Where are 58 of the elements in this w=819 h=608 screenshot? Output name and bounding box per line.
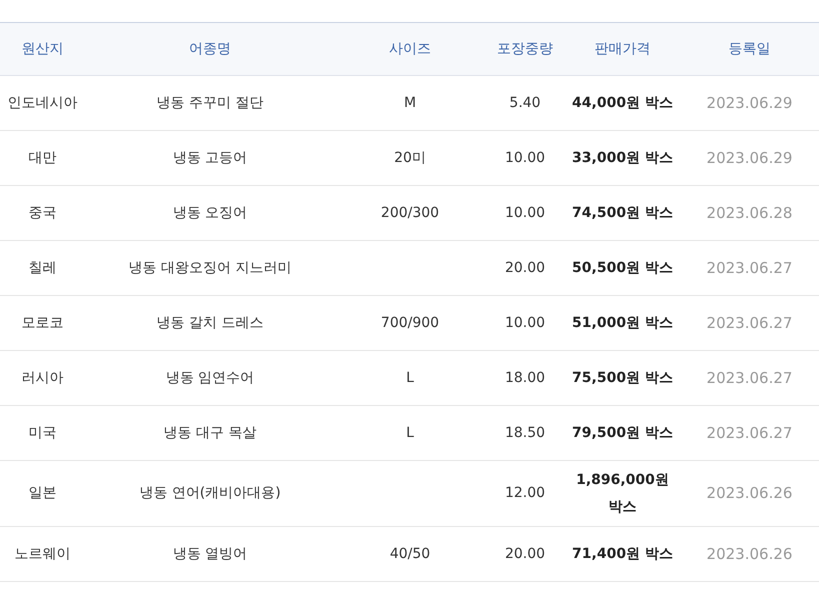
column-header: 원산지 [0, 23, 85, 76]
table-cell-text: 79,500원 박스 [572, 424, 673, 443]
table-cell-text: 칠레 [28, 258, 56, 278]
column-header: 사이즈 [335, 23, 485, 76]
table-cell-text: 74,500원 박스 [572, 204, 673, 223]
table-cell-text: 2023.06.29 [706, 92, 792, 114]
column-header: 등록일 [680, 23, 819, 76]
table-cell-text: 대만 [28, 148, 56, 168]
table-cell-text: 냉동 갈치 드레스 [156, 314, 264, 333]
table-cell-text: L [406, 424, 414, 443]
table-cell-text: 5.40 [509, 94, 541, 113]
table-cell-text: 미국 [28, 424, 56, 443]
table-cell-text: 냉동 열빙어 [172, 544, 248, 564]
table-cell-text: L [406, 368, 414, 388]
table-cell-text: 75,500원 박스 [572, 368, 673, 388]
table-cell-text: 2023.06.27 [706, 312, 792, 334]
table-cell-text: 2023.06.26 [706, 544, 792, 565]
table-cell-text: 2023.06.26 [706, 483, 792, 504]
column-header: 판매가격 [565, 23, 680, 76]
column-header: 어종명 [85, 23, 335, 76]
table-cell-text: 냉동 대왕오징어 지느러미 [128, 258, 292, 278]
table-cell-text: 44,000원 박스 [572, 94, 673, 113]
table-cell-text: 일본 [28, 484, 56, 504]
table-cell-text: 2023.06.29 [706, 148, 792, 169]
table-cell-text: 200/300 [380, 204, 440, 223]
table-cell-text: 20.00 [504, 258, 546, 278]
table-cell-text: M [404, 94, 416, 113]
table-cell-text: 40/50 [390, 544, 430, 564]
table-cell-text: 중국 [28, 204, 56, 223]
table-cell-text: 냉동 고등어 [172, 148, 248, 168]
table-cell-text: 51,000원 박스 [572, 314, 673, 333]
table-cell-text: 71,400원 박스 [572, 544, 673, 564]
table-cell-text: 18.00 [504, 368, 546, 388]
table-cell-text: 러시아 [22, 368, 64, 388]
column-header: 포장중량 [485, 23, 565, 76]
table-cell-text: 2023.06.27 [706, 422, 792, 444]
table-cell-text: 냉동 오징어 [172, 204, 248, 223]
table-cell-text: 10.00 [504, 204, 546, 223]
table-cell-text: 냉동 대구 목살 [164, 424, 256, 443]
table-cell-text: 냉동 주꾸미 절단 [156, 94, 264, 113]
table-cell-text: 10.00 [504, 148, 546, 168]
table-cell-text: 700/900 [380, 314, 440, 333]
table-cell-text: 냉동 연어(캐비아대용) [139, 484, 281, 504]
table-cell-text: 노르웨이 [14, 544, 70, 564]
table-cell-text: 냉동 임연수어 [166, 368, 254, 388]
table-cell-text: 모로코 [22, 314, 64, 333]
table-cell-text: 1,896,000원 박스 [575, 471, 670, 517]
table-cell-text: 2023.06.28 [706, 202, 792, 224]
table-cell-text: 2023.06.27 [706, 368, 792, 389]
table-cell-text: 33,000원 박스 [572, 148, 673, 168]
table-cell-text: 인도네시아 [8, 94, 78, 113]
table-cell-text: 2023.06.27 [706, 258, 792, 279]
table-cell-text: 20.00 [504, 544, 546, 564]
table-cell-text: 18.50 [504, 424, 546, 443]
table-cell-text: 50,500원 박스 [572, 258, 673, 278]
table-cell-text: 12.00 [504, 484, 546, 504]
table-cell-text: 20미 [394, 148, 426, 168]
table-cell-text: 10.00 [504, 314, 546, 333]
